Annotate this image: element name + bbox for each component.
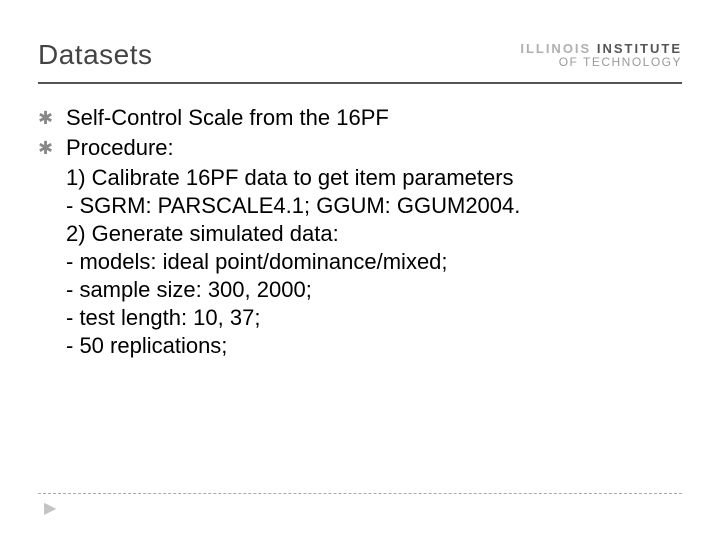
bullet-2-text: Procedure:: [66, 134, 174, 162]
next-arrow-icon: ▶: [44, 498, 56, 518]
bullet-2-line-4: - models: ideal point/dominance/mixed;: [66, 248, 682, 276]
iit-logo: ILLINOIS INSTITUTE OF TECHNOLOGY: [520, 42, 682, 68]
header: Datasets ILLINOIS INSTITUTE OF TECHNOLOG…: [38, 30, 682, 80]
bullet-2-line-2: - SGRM: PARSCALE4.1; GGUM: GGUM2004.: [66, 192, 682, 220]
bullet-marker-icon: ✱: [38, 134, 66, 162]
bullet-1-text: Self-Control Scale from the 16PF: [66, 104, 389, 132]
bullet-marker-icon: ✱: [38, 104, 66, 132]
logo-line-1: ILLINOIS INSTITUTE: [520, 42, 682, 56]
bullet-2-line-7: - 50 replications;: [66, 332, 682, 360]
bullet-1: ✱ Self-Control Scale from the 16PF: [38, 104, 682, 132]
body-content: ✱ Self-Control Scale from the 16PF ✱ Pro…: [38, 104, 682, 360]
slide-title: Datasets: [38, 39, 153, 71]
footer-divider: [38, 493, 682, 494]
bullet-2-line-1: 1) Calibrate 16PF data to get item param…: [66, 164, 682, 192]
bullet-2-line-6: - test length: 10, 37;: [66, 304, 682, 332]
title-underline: [38, 82, 682, 84]
bullet-2-line-5: - sample size: 300, 2000;: [66, 276, 682, 304]
slide: Datasets ILLINOIS INSTITUTE OF TECHNOLOG…: [0, 0, 720, 540]
bullet-2: ✱ Procedure:: [38, 134, 682, 162]
logo-word-illinois: ILLINOIS: [520, 41, 597, 56]
logo-word-institute: INSTITUTE: [597, 41, 682, 56]
logo-line-2: OF TECHNOLOGY: [520, 56, 682, 69]
bullet-2-line-3: 2) Generate simulated data:: [66, 220, 682, 248]
